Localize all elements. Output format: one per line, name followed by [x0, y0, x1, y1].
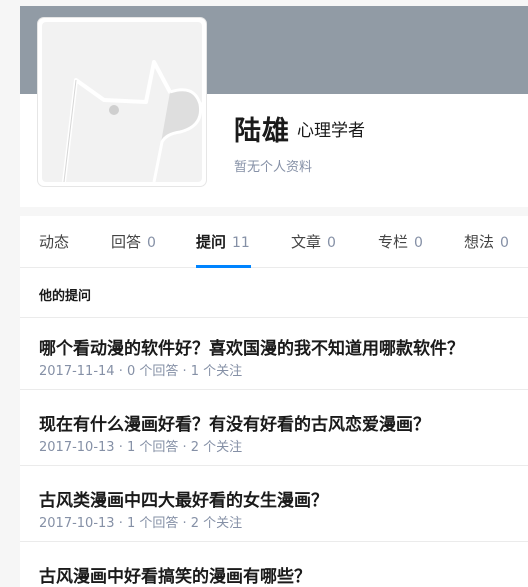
question-title-link[interactable]: 哪个看动漫的软件好？喜欢国漫的我不知道用哪款软件？: [39, 334, 464, 359]
meta-separator: ·: [178, 440, 191, 455]
tab-articles[interactable]: 文章 0: [291, 231, 336, 252]
tab-label: 动态: [39, 233, 70, 251]
question-answer-count: 0 个回答: [126, 364, 179, 379]
meta-separator: ·: [114, 440, 127, 455]
profile-name: 陆雄: [234, 116, 290, 147]
question-title-link[interactable]: 古风类漫画中四大最好看的女生漫画？: [39, 486, 328, 511]
active-tab-indicator: [196, 265, 251, 268]
tab-pins[interactable]: 想法 0: [464, 231, 509, 252]
tab-count: 0: [500, 235, 509, 251]
tab-label: 提问: [196, 233, 227, 251]
question-meta: 2017-11-14 · 0 个回答 · 1 个关注: [39, 360, 242, 379]
question-date: 2017-11-14: [39, 364, 115, 379]
tab-label: 专栏: [378, 233, 409, 251]
question-date: 2017-10-13: [39, 516, 115, 531]
question-answer-count: 1 个回答: [126, 516, 179, 531]
question-follow-count: 2 个关注: [190, 516, 243, 531]
meta-separator: ·: [178, 516, 191, 531]
question-title-link[interactable]: 古风漫画中好看搞笑的漫画有哪些？: [39, 562, 311, 587]
divider: [20, 465, 528, 466]
profile-main-content: 动态 回答 0 提问 11 文章 0 专栏 0 想法 0 他的提问 哪个看动漫的软件好？喜…: [20, 216, 528, 587]
meta-separator: ·: [114, 516, 127, 531]
meta-separator: ·: [114, 364, 127, 379]
tab-columns[interactable]: 专栏 0: [378, 231, 423, 252]
question-meta: 2017-10-13 · 1 个回答 · 2 个关注: [39, 436, 242, 455]
divider: [20, 389, 528, 390]
meta-separator: ·: [178, 364, 191, 379]
profile-tabs: 动态 回答 0 提问 11 文章 0 专栏 0 想法 0: [20, 216, 528, 268]
default-avatar-dog-icon: [42, 22, 202, 182]
tab-questions[interactable]: 提问 11: [196, 231, 250, 252]
avatar[interactable]: [38, 18, 206, 186]
profile-headline: 心理学者: [297, 121, 365, 141]
tab-label: 回答: [111, 233, 142, 251]
tab-count: 0: [327, 235, 336, 251]
divider: [20, 541, 528, 542]
section-title: 他的提问: [39, 289, 92, 304]
tab-count: 11: [232, 235, 250, 251]
profile-intro: 暂无个人资料: [234, 160, 313, 175]
question-follow-count: 2 个关注: [190, 440, 243, 455]
question-follow-count: 1 个关注: [190, 364, 243, 379]
divider: [20, 317, 528, 318]
tab-answers[interactable]: 回答 0: [111, 231, 156, 252]
tab-count: 0: [414, 235, 423, 251]
question-answer-count: 1 个回答: [126, 440, 179, 455]
tab-label: 想法: [464, 233, 495, 251]
question-title-link[interactable]: 现在有什么漫画好看？有没有好看的古风恋爱漫画？: [39, 410, 430, 435]
tab-count: 0: [147, 235, 156, 251]
tab-label: 文章: [291, 233, 322, 251]
question-date: 2017-10-13: [39, 440, 115, 455]
tab-activities[interactable]: 动态: [39, 231, 69, 252]
question-meta: 2017-10-13 · 1 个回答 · 2 个关注: [39, 512, 242, 531]
